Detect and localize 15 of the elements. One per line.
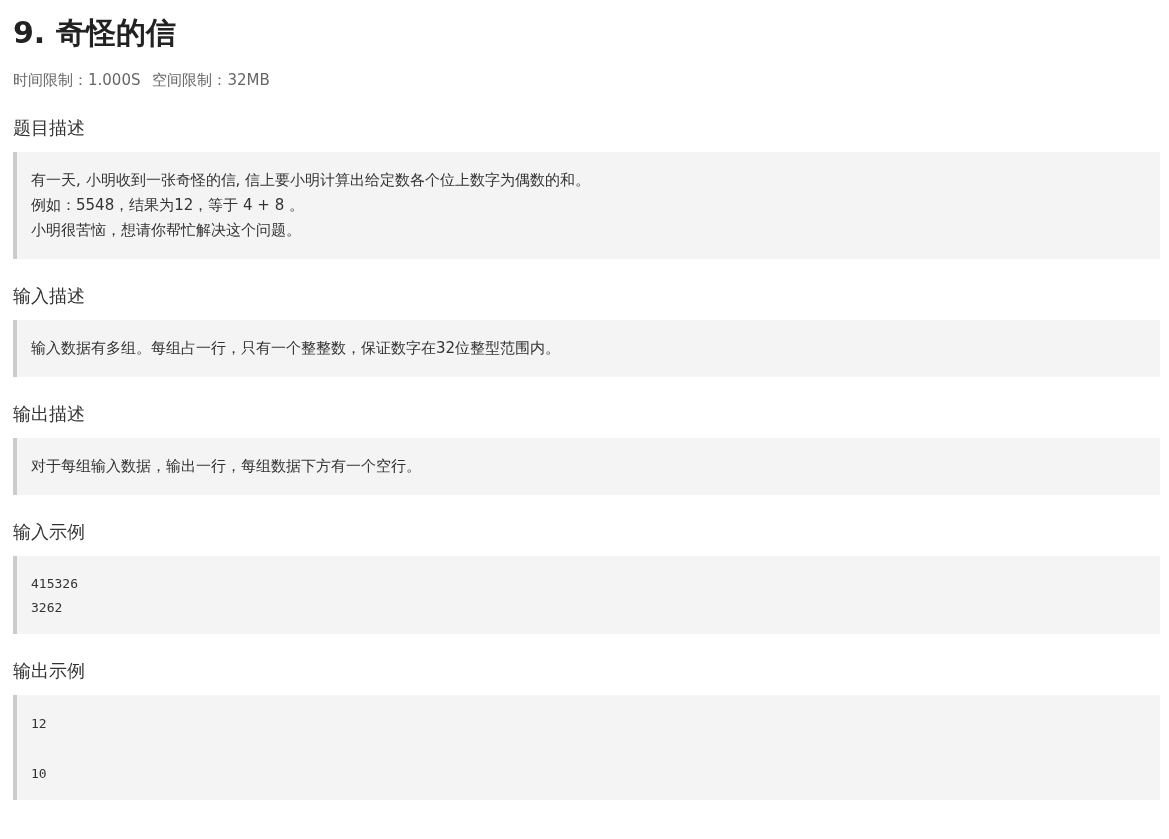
limit-text: 空间限制：32MB xyxy=(152,70,270,91)
description-text: 对于每组输入数据，输出一行，每组数据下方有一个空行。 xyxy=(31,456,421,477)
problem-title: 9. 奇怪的信 xyxy=(13,14,176,52)
section-heading: 输出示例 xyxy=(13,659,85,683)
description-text: 有一天, 小明收到一张奇怪的信, 信上要小明计算出给定数各个位上数字为偶数的和。 xyxy=(31,170,591,191)
section-heading: 输入示例 xyxy=(13,520,85,544)
sample-code: 415326 3262 xyxy=(31,575,78,617)
description-text: 输入数据有多组。每组占一行，只有一个整整数，保证数字在32位整型范围内。 xyxy=(31,338,561,359)
description-text: 小明很苦恼，想请你帮忙解决这个问题。 xyxy=(31,220,301,241)
section-heading: 题目描述 xyxy=(13,116,85,140)
section-heading: 输出描述 xyxy=(13,402,85,426)
limit-text: 时间限制：1.000S xyxy=(13,70,141,91)
section-heading: 输入描述 xyxy=(13,284,85,308)
sample-code: 12 10 xyxy=(31,715,47,783)
description-text: 例如：5548，结果为12，等于 4 + 8 。 xyxy=(31,195,304,216)
